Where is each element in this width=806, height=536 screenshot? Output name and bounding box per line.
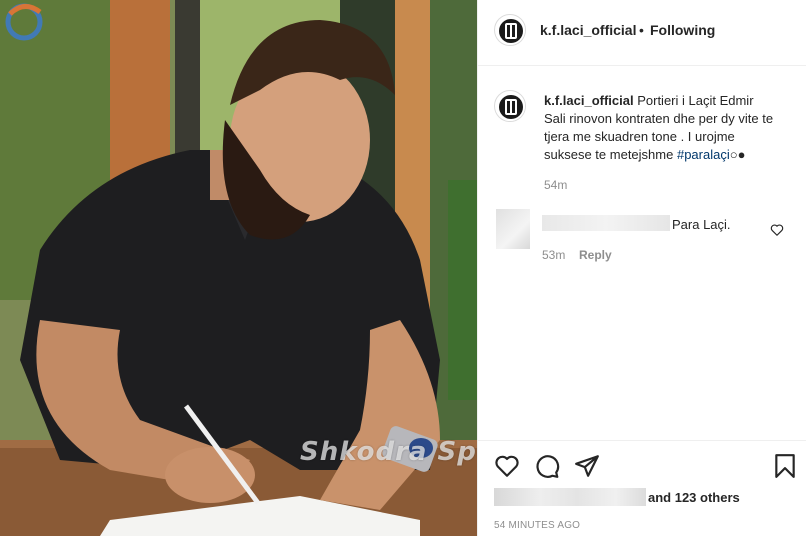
likes-count[interactable]: and 123 others bbox=[648, 490, 740, 505]
comment-username-blurred[interactable] bbox=[542, 215, 670, 231]
caption-text: k.f.laci_official Portieri i Laçit Edmir… bbox=[544, 92, 776, 164]
hashtag-link[interactable]: #paralaçi bbox=[677, 147, 730, 162]
liked-by-blurred[interactable] bbox=[494, 488, 646, 506]
reply-button[interactable]: Reply bbox=[579, 248, 612, 262]
following-button[interactable]: Following bbox=[650, 22, 715, 38]
club-crest-icon bbox=[496, 16, 525, 45]
comment-time: 53m bbox=[542, 248, 566, 262]
caption-username[interactable]: k.f.laci_official bbox=[544, 93, 634, 108]
share-icon[interactable] bbox=[574, 453, 600, 479]
post-panel: k.f.laci_official • Following k.f.laci_o… bbox=[477, 0, 806, 536]
watermark-text: Shkodra Sport bbox=[300, 437, 477, 467]
comment-row: Para Laçi. 53m Reply bbox=[478, 205, 806, 265]
comment-avatar-blurred[interactable] bbox=[496, 209, 530, 249]
comment-text: Para Laçi. bbox=[672, 217, 731, 232]
heart-icon[interactable] bbox=[770, 223, 784, 237]
heart-icon[interactable] bbox=[494, 453, 520, 479]
separator-dot: • bbox=[639, 22, 644, 38]
post-timestamp: 54 MINUTES AGO bbox=[494, 520, 581, 531]
watermark-logo bbox=[5, 3, 43, 41]
post-photo[interactable]: Shkodra Sport bbox=[0, 0, 477, 536]
avatar[interactable] bbox=[494, 14, 526, 46]
header-username[interactable]: k.f.laci_official bbox=[540, 22, 636, 38]
club-crest-icon bbox=[496, 92, 525, 121]
caption-time: 54m bbox=[544, 178, 568, 192]
post-actions: and 123 others 54 MINUTES AGO bbox=[478, 440, 806, 536]
comment-icon[interactable] bbox=[534, 453, 560, 479]
post-header: k.f.laci_official • Following bbox=[478, 0, 806, 66]
avatar[interactable] bbox=[494, 90, 526, 122]
bookmark-icon[interactable] bbox=[772, 453, 798, 479]
caption-emoji: ○● bbox=[729, 147, 746, 162]
